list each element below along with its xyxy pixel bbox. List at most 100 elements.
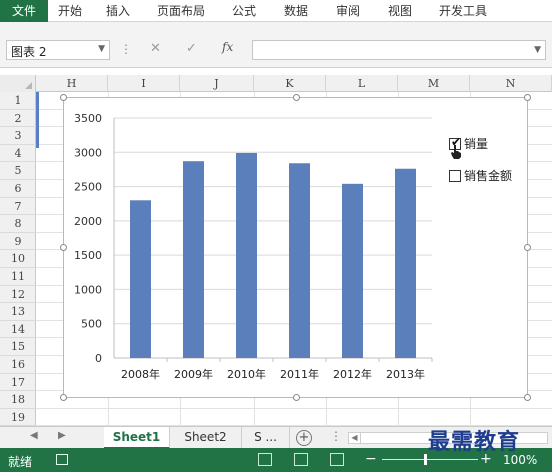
x-tick-label: 2009年 bbox=[174, 367, 213, 381]
insert-function-icon[interactable]: fx bbox=[222, 40, 233, 54]
chevron-down-icon[interactable]: ▼ bbox=[98, 44, 105, 54]
bar-2012年 bbox=[342, 183, 363, 358]
legend-label: 销售金额 bbox=[464, 169, 513, 183]
bar-2010年 bbox=[236, 152, 257, 358]
y-tick-label: 3000 bbox=[74, 146, 102, 159]
sheet-tab-sheet1[interactable]: Sheet1 bbox=[104, 427, 170, 449]
row-header-9[interactable]: 9 bbox=[0, 233, 36, 251]
column-n[interactable]: N bbox=[470, 75, 552, 92]
row-header-1[interactable]: 1 bbox=[0, 92, 36, 110]
tab-developer[interactable]: 开发工具 bbox=[426, 0, 500, 22]
y-tick-label: 1500 bbox=[74, 249, 102, 262]
enter-icon[interactable]: ✓ bbox=[186, 41, 197, 56]
row-header-2[interactable]: 2 bbox=[0, 110, 36, 128]
tab-formulas[interactable]: 公式 bbox=[218, 0, 270, 22]
x-tick-label: 2013年 bbox=[386, 367, 425, 381]
row-header-3[interactable]: 3 bbox=[0, 127, 36, 145]
page-layout-view-icon[interactable] bbox=[294, 453, 308, 466]
sheet-tab-sheet2[interactable]: Sheet2 bbox=[170, 427, 242, 449]
tab-insert[interactable]: 插入 bbox=[92, 0, 144, 22]
resize-handle-bottom-right[interactable] bbox=[524, 394, 531, 401]
watermark-logo: 最需教育 bbox=[428, 429, 521, 455]
tab-scroll-left-icon[interactable]: ◀ bbox=[30, 430, 38, 441]
row-header: 1 2 3 4 5 6 7 8 9 10 11 12 13 14 15 16 17 18 19 bbox=[0, 92, 36, 427]
hand-cursor-icon bbox=[451, 145, 461, 159]
checkbox-unchecked-icon[interactable] bbox=[449, 169, 461, 182]
page-break-view-icon[interactable] bbox=[330, 453, 344, 466]
x-tick-label: 2012年 bbox=[333, 367, 372, 381]
y-tick-label: 2500 bbox=[74, 181, 102, 194]
row-header-5[interactable]: 5 bbox=[0, 162, 36, 180]
bar-2011年 bbox=[289, 163, 310, 358]
resize-handle-top[interactable] bbox=[293, 94, 300, 101]
row-header-17[interactable]: 17 bbox=[0, 374, 36, 392]
grip-dots-icon: ⋮ bbox=[120, 42, 132, 56]
name-box-value: 图表 2 bbox=[11, 45, 47, 59]
row-header-6[interactable]: 6 bbox=[0, 180, 36, 198]
column-i[interactable]: I bbox=[108, 75, 180, 92]
add-sheet-button[interactable]: + bbox=[296, 430, 312, 446]
row-header-11[interactable]: 11 bbox=[0, 268, 36, 286]
select-all-corner[interactable] bbox=[0, 75, 36, 92]
zoom-slider[interactable] bbox=[382, 459, 478, 460]
tab-file[interactable]: 文件 bbox=[0, 0, 48, 22]
normal-view-icon[interactable] bbox=[258, 453, 272, 466]
tab-review[interactable]: 审阅 bbox=[322, 0, 374, 22]
row-header-19[interactable]: 19 bbox=[0, 409, 36, 427]
macro-record-icon[interactable] bbox=[56, 454, 68, 465]
resize-handle-left[interactable] bbox=[60, 244, 67, 251]
tab-view[interactable]: 视图 bbox=[374, 0, 426, 22]
zoom-slider-thumb[interactable] bbox=[424, 454, 428, 465]
zoom-out-button[interactable]: − bbox=[365, 451, 377, 467]
column-l[interactable]: L bbox=[326, 75, 398, 92]
row-header-7[interactable]: 7 bbox=[0, 198, 36, 216]
row-header-13[interactable]: 13 bbox=[0, 303, 36, 321]
tab-page-layout[interactable]: 页面布局 bbox=[144, 0, 218, 22]
row-header-15[interactable]: 15 bbox=[0, 338, 36, 356]
ribbon-tab-bar: 文件 开始 插入 页面布局 公式 数据 审阅 视图 开发工具 bbox=[0, 0, 552, 22]
column-header: H I J K L M N bbox=[0, 75, 552, 92]
resize-handle-bottom-left[interactable] bbox=[60, 394, 67, 401]
y-tick-label: 2000 bbox=[74, 215, 102, 228]
formula-bar: 图表 2 ▼ ⋮ ✕ ✓ fx ▼ bbox=[0, 22, 552, 68]
formula-input[interactable]: ▼ bbox=[252, 40, 546, 60]
resize-handle-top-left[interactable] bbox=[60, 94, 67, 101]
grid-row-line bbox=[36, 407, 552, 409]
bar-2013年 bbox=[395, 168, 416, 358]
cancel-icon[interactable]: ✕ bbox=[150, 41, 161, 56]
legend-item-sales-amount[interactable]: 销售金额 bbox=[449, 167, 512, 184]
row-header-4[interactable]: 4 bbox=[0, 145, 36, 163]
resize-handle-right[interactable] bbox=[524, 244, 531, 251]
row-header-14[interactable]: 14 bbox=[0, 321, 36, 339]
column-j[interactable]: J bbox=[180, 75, 254, 92]
selection-indicator bbox=[36, 92, 39, 148]
triangle-icon bbox=[25, 82, 32, 89]
resize-handle-bottom[interactable] bbox=[293, 394, 300, 401]
row-header-18[interactable]: 18 bbox=[0, 391, 36, 409]
grip-dots-icon: ⋮ bbox=[330, 429, 342, 443]
x-tick-label: 2011年 bbox=[280, 367, 319, 381]
x-tick-label: 2010年 bbox=[227, 367, 266, 381]
excel-window: 文件 开始 插入 页面布局 公式 数据 审阅 视图 开发工具 图表 2 ▼ ⋮ … bbox=[0, 0, 552, 472]
tab-home[interactable]: 开始 bbox=[48, 0, 92, 22]
row-header-12[interactable]: 12 bbox=[0, 286, 36, 304]
row-header-16[interactable]: 16 bbox=[0, 356, 36, 374]
sheet-tab-more[interactable]: S ... bbox=[242, 427, 290, 449]
y-tick-label: 1000 bbox=[74, 283, 102, 296]
row-header-8[interactable]: 8 bbox=[0, 215, 36, 233]
y-tick-label: 0 bbox=[95, 352, 102, 365]
scroll-left-icon[interactable]: ◀ bbox=[349, 433, 361, 443]
row-header-10[interactable]: 10 bbox=[0, 250, 36, 268]
legend-label: 销量 bbox=[464, 137, 489, 151]
column-m[interactable]: M bbox=[398, 75, 470, 92]
expand-formula-icon[interactable]: ▼ bbox=[534, 45, 541, 55]
bar-2009年 bbox=[183, 161, 204, 358]
column-k[interactable]: K bbox=[254, 75, 326, 92]
resize-handle-top-right[interactable] bbox=[524, 94, 531, 101]
tab-data[interactable]: 数据 bbox=[270, 0, 322, 22]
name-box[interactable]: 图表 2 ▼ bbox=[6, 40, 110, 60]
x-tick-label: 2008年 bbox=[121, 367, 160, 381]
column-h[interactable]: H bbox=[36, 75, 108, 92]
tab-scroll-right-icon[interactable]: ▶ bbox=[58, 430, 66, 441]
chart-object[interactable]: 0 500 1000 1500 2000 2500 3000 3500 2008年 2009年 20… bbox=[60, 94, 531, 401]
